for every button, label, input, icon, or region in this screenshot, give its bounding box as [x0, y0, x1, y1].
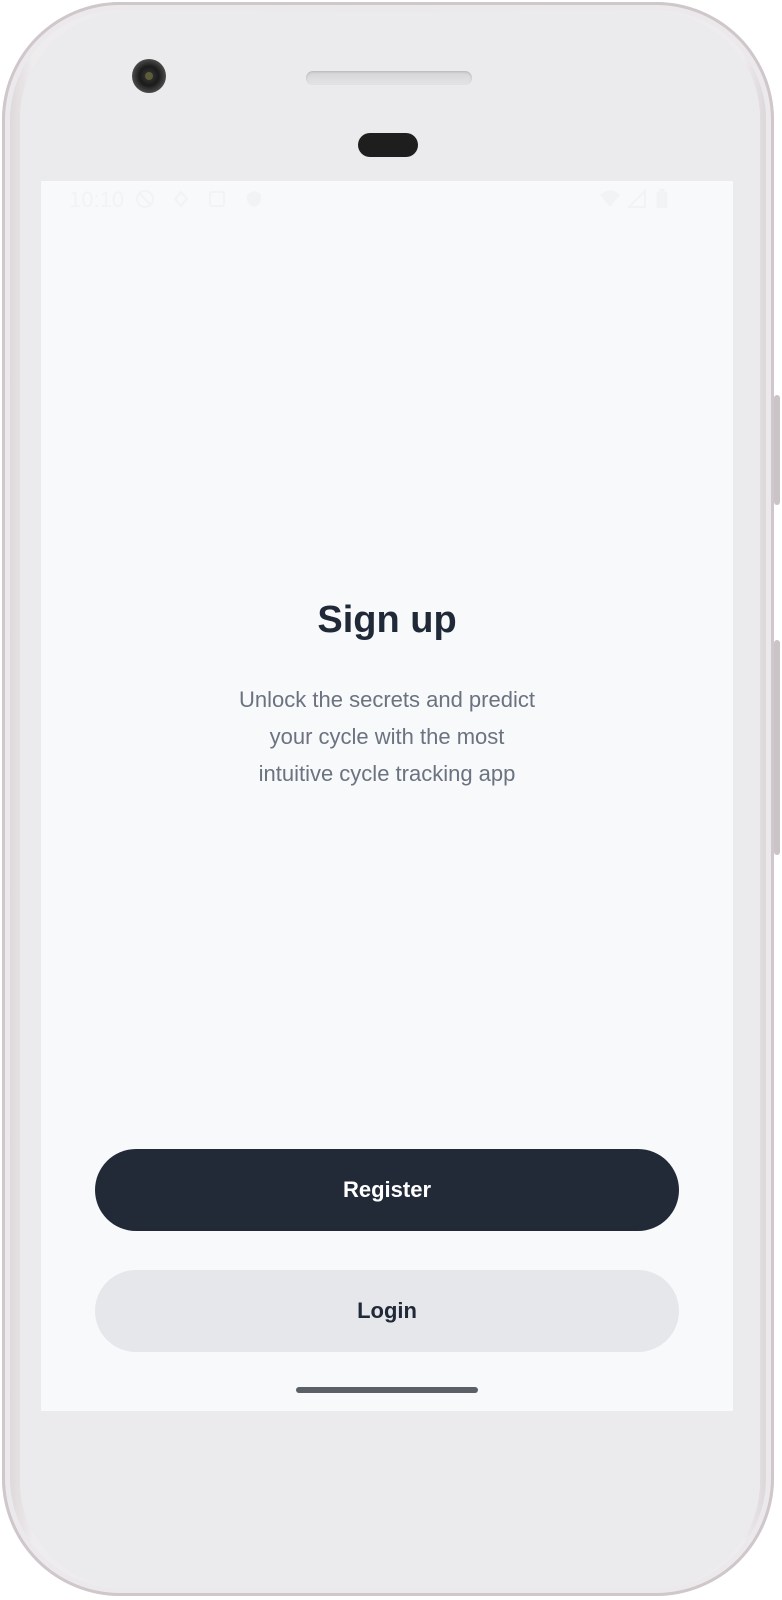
location-icon — [173, 190, 189, 208]
subtitle-line: your cycle with the most — [269, 724, 505, 749]
power-button — [774, 640, 780, 855]
subtitle-line: Unlock the secrets and predict — [239, 687, 535, 712]
register-button[interactable]: Register — [95, 1149, 679, 1231]
status-bar: 10:10 — [41, 181, 733, 221]
do-not-disturb-icon — [136, 190, 154, 208]
signal-icon — [627, 189, 646, 208]
status-time: 10:10 — [69, 187, 125, 212]
login-button[interactable]: Login — [95, 1270, 679, 1352]
page-title: Sign up — [317, 599, 457, 641]
front-camera — [132, 59, 166, 93]
proximity-sensor — [358, 133, 418, 157]
wifi-icon — [600, 190, 620, 207]
volume-button — [774, 395, 780, 505]
shield-icon — [247, 191, 261, 207]
notification-icon — [209, 191, 225, 207]
battery-icon — [656, 189, 668, 209]
page-subtitle: Unlock the secrets and predict your cycl… — [187, 681, 587, 792]
home-indicator[interactable] — [296, 1387, 478, 1393]
earpiece-speaker — [306, 71, 472, 85]
app-screen: 10:10 Sign up Unlock the secrets and pre… — [41, 181, 733, 1411]
subtitle-line: intuitive cycle tracking app — [258, 761, 516, 786]
